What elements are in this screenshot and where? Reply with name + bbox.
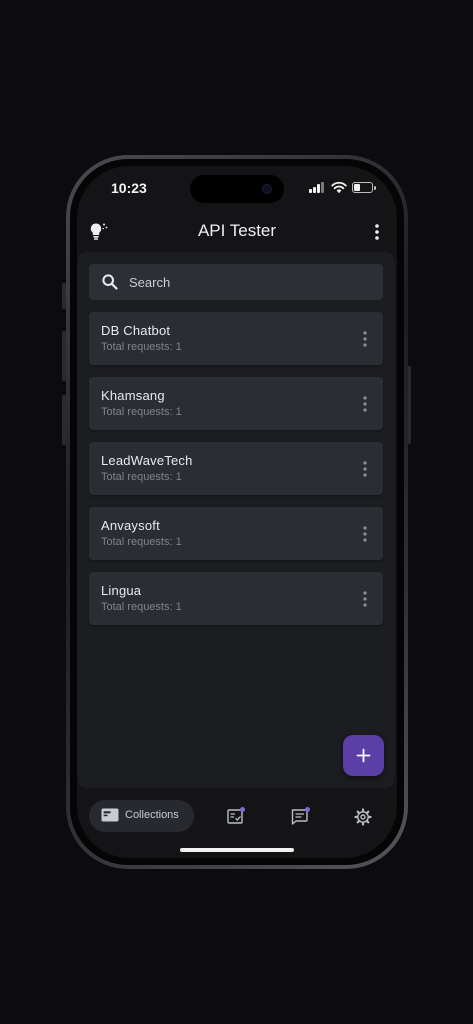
nav-tab-label: Collections <box>125 809 179 821</box>
collection-item-khamsang[interactable]: Khamsang Total requests: 1 <box>89 377 383 430</box>
collection-name: DB Chatbot <box>101 323 171 338</box>
cellular-signal-icon <box>309 181 325 193</box>
app-bar: API Tester <box>77 216 397 248</box>
collection-item-anvaysoft[interactable]: Anvaysoft Total requests: 1 <box>89 507 383 560</box>
dynamic-island <box>190 175 284 203</box>
nav-tab-requests[interactable] <box>225 806 247 828</box>
collection-request-count: Total requests: 1 <box>101 536 182 548</box>
collection-request-count: Total requests: 1 <box>101 601 182 613</box>
plus-icon <box>356 748 371 763</box>
more-vertical-icon <box>363 526 367 542</box>
collection-name: Lingua <box>101 583 142 598</box>
gear-icon <box>354 808 372 826</box>
collection-name: LeadWaveTech <box>101 453 193 468</box>
page-title: API Tester <box>197 221 277 240</box>
collection-list: DB Chatbot Total requests: 1 Khamsang To… <box>89 312 383 637</box>
more-vertical-icon <box>363 396 367 412</box>
stage: 10:23 API Tester Search DB Chatbot Total… <box>0 0 473 1024</box>
nav-tab-chat[interactable] <box>289 806 311 828</box>
add-collection-button[interactable] <box>343 735 384 776</box>
collection-menu-button[interactable] <box>355 458 375 480</box>
collection-menu-button[interactable] <box>355 393 375 415</box>
collection-request-count: Total requests: 1 <box>101 341 182 353</box>
battery-icon <box>352 182 373 193</box>
app-menu-button[interactable] <box>367 221 387 243</box>
collection-item-db-chatbot[interactable]: DB Chatbot Total requests: 1 <box>89 312 383 365</box>
search-icon <box>102 274 118 290</box>
collection-name: Khamsang <box>101 388 165 403</box>
search-bar[interactable] <box>89 264 383 300</box>
home-indicator[interactable] <box>180 848 294 852</box>
notification-badge <box>240 807 245 812</box>
collection-item-lingua[interactable]: Lingua Total requests: 1 <box>89 572 383 625</box>
collection-menu-button[interactable] <box>355 328 375 350</box>
camera-icon <box>262 184 272 194</box>
collections-panel: DB Chatbot Total requests: 1 Khamsang To… <box>77 252 395 788</box>
battery-cap <box>374 186 376 190</box>
collection-name: Anvaysoft <box>101 518 160 533</box>
collection-menu-button[interactable] <box>355 523 375 545</box>
more-vertical-icon <box>363 591 367 607</box>
nav-tab-settings[interactable] <box>352 806 374 828</box>
nav-tab-collections[interactable]: Collections <box>89 800 194 832</box>
more-vertical-icon <box>363 461 367 477</box>
folder-card-icon <box>101 808 119 822</box>
collection-request-count: Total requests: 1 <box>101 406 182 418</box>
bottom-navigation: Collections <box>77 798 397 834</box>
wifi-icon <box>331 181 347 194</box>
phone-screen: 10:23 API Tester Search DB Chatbot Total… <box>77 166 397 858</box>
collection-menu-button[interactable] <box>355 588 375 610</box>
collection-request-count: Total requests: 1 <box>101 471 182 483</box>
status-icons <box>309 181 376 195</box>
collection-item-leadwavetech[interactable]: LeadWaveTech Total requests: 1 <box>89 442 383 495</box>
more-vertical-icon <box>375 224 379 240</box>
more-vertical-icon <box>363 331 367 347</box>
search-input[interactable] <box>129 264 369 300</box>
status-time: 10:23 <box>111 180 147 196</box>
notification-badge <box>305 807 310 812</box>
